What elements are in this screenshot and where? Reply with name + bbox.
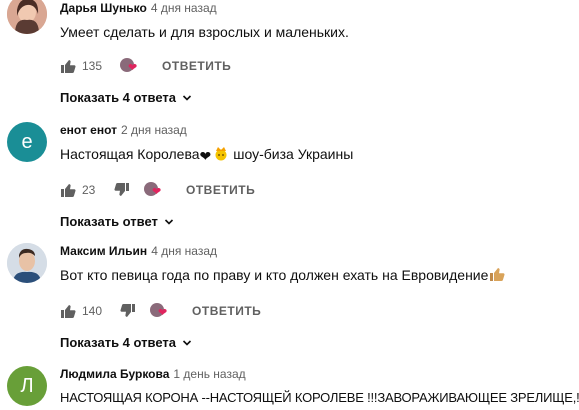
reply-button[interactable]: ОТВЕТИТЬ: [162, 59, 231, 73]
thumbs-up-icon[interactable]: [60, 303, 76, 319]
avatar-letter: е: [21, 130, 33, 153]
like-count: 140: [82, 304, 103, 318]
avatar-letter: Л: [20, 374, 34, 397]
like-count: 23: [82, 183, 96, 197]
chevron-down-icon: [182, 93, 192, 103]
comment-time[interactable]: 4 дня назад: [151, 1, 217, 15]
thumbs-up-icon[interactable]: [60, 58, 76, 74]
thumbs-down-icon[interactable]: [114, 182, 130, 198]
comment-header: Людмила Буркова 1 день назад: [60, 366, 579, 382]
like-count: 135: [82, 59, 103, 73]
author-name[interactable]: енот енот: [60, 123, 117, 137]
comment-header: Дарья Шунько 4 дня назад: [60, 0, 579, 16]
comment-text: НАСТОЯЩАЯ КОРОНА --НАСТОЯЩЕЙ КОРОЛЕВЕ !!…: [60, 390, 579, 405]
comment-text: Настоящая Королева❤︎ шоу-биза Украины: [60, 144, 579, 166]
comment-time[interactable]: 4 дня назад: [151, 244, 217, 258]
thumbs-up-icon[interactable]: [60, 182, 76, 198]
author-name[interactable]: Дарья Шунько: [60, 1, 147, 15]
creator-heart-icon: ❤: [144, 181, 170, 199]
comment-text: Умеет сделать и для взрослых и маленьких…: [60, 24, 349, 40]
show-replies-label: Показать 4 ответа: [60, 90, 176, 105]
comment-time[interactable]: 1 день назад: [173, 367, 245, 381]
comment-actions: 140 ❤ ОТВЕТИТЬ: [60, 299, 579, 323]
avatar[interactable]: [7, 243, 47, 283]
comment-header: Максим Ильин 4 дня назад: [60, 243, 579, 259]
avatar[interactable]: е: [7, 122, 47, 162]
author-name[interactable]: Людмила Буркова: [60, 367, 169, 381]
show-replies-button[interactable]: Показать 4 ответа: [60, 335, 192, 350]
comment-header: енот енот 2 дня назад: [60, 122, 579, 138]
avatar[interactable]: [7, 0, 47, 34]
show-replies-button[interactable]: Показать 4 ответа: [60, 90, 192, 105]
thumbs-down-icon[interactable]: [120, 303, 136, 319]
comment-text-part: шоу-биза Украины: [233, 146, 354, 162]
thumbs-up-emoji: [489, 266, 505, 287]
comment-actions: 23 ❤ ОТВЕТИТЬ: [60, 178, 579, 202]
creator-heart-icon: ❤: [120, 57, 146, 75]
show-replies-button[interactable]: Показать ответ: [60, 214, 174, 229]
reply-button[interactable]: ОТВЕТИТЬ: [192, 304, 261, 318]
chevron-down-icon: [182, 338, 192, 348]
comment-text: Вот кто певица года по праву и кто долже…: [60, 265, 579, 287]
comment-text-part: Настоящая Королева: [60, 146, 200, 162]
black-heart-emoji: ❤︎: [199, 148, 212, 164]
show-replies-label: Показать 4 ответа: [60, 335, 176, 350]
chevron-down-icon: [164, 217, 174, 227]
comment-text-part: Вот кто певица года по праву и кто долже…: [60, 267, 489, 283]
avatar[interactable]: Л: [7, 366, 47, 406]
comment-time[interactable]: 2 дня назад: [121, 123, 187, 137]
crown-emoji: [213, 145, 229, 166]
author-name[interactable]: Максим Ильин: [60, 244, 147, 258]
comment-actions: 135 ❤ ОТВЕТИТЬ: [60, 54, 579, 78]
show-replies-label: Показать ответ: [60, 214, 158, 229]
creator-heart-icon: ❤: [150, 302, 176, 320]
reply-button[interactable]: ОТВЕТИТЬ: [186, 183, 255, 197]
